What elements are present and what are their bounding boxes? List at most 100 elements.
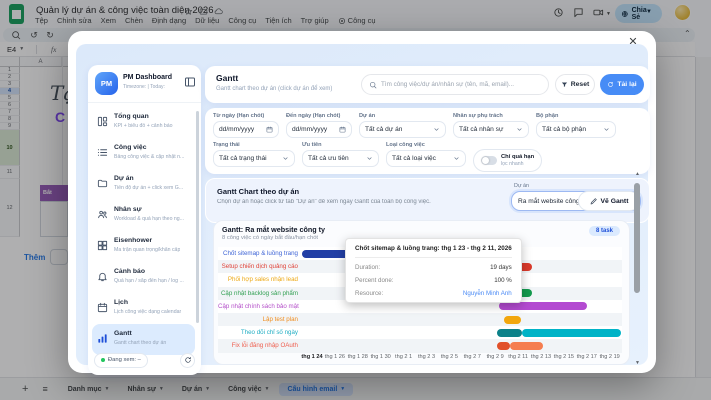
- view-subtitle: Gantt chart theo dự án (click dự án để x…: [216, 86, 332, 92]
- sidebar-item-desc: KPI + biểu đồ + cảnh báo: [114, 123, 173, 129]
- filter-assignee-select[interactable]: Tất cả nhân sự: [453, 121, 529, 138]
- gantt-section-title: Gantt Chart theo dự án: [217, 187, 299, 196]
- sidebar-item-label: Dự án: [114, 175, 134, 182]
- axis-tick: thg 2 15: [554, 354, 574, 360]
- reload-button[interactable]: Tải lại: [600, 74, 644, 95]
- axis-tick: thg 2 3: [418, 354, 435, 360]
- gantt-task-label[interactable]: Lập test plan: [218, 313, 298, 326]
- axis-tick: thg 1 28: [348, 354, 368, 360]
- axis-tick: thg 2 5: [441, 354, 458, 360]
- gantt-task-bars: [302, 326, 622, 339]
- sidebar-item-lịch[interactable]: LịchLịch công việc dạng calendar: [92, 293, 195, 324]
- filter-label: Trạng thái: [213, 142, 295, 148]
- chevron-down-icon: [282, 155, 289, 162]
- sidebar-item-label: Lịch: [114, 299, 128, 306]
- reset-label: Reset: [571, 81, 590, 88]
- toggle-track: [481, 156, 497, 165]
- gantt-task-label[interactable]: Cập nhật backlog sản phẩm: [218, 287, 298, 300]
- gantt-bar-segment[interactable]: [522, 329, 621, 337]
- sidebar-item-desc: Quá hạn / sắp đến hạn / log ...: [114, 278, 184, 284]
- watching-status-label: Đang xem: –: [108, 357, 141, 363]
- filter-project-select[interactable]: Tất cả dự án: [359, 121, 446, 138]
- filter-task-type: Loại công việcTất cả loại việc: [386, 142, 466, 172]
- filter-label: Nhân sự phụ trách: [453, 113, 529, 119]
- gantt-task-label[interactable]: Theo dõi chỉ số ngày: [218, 326, 298, 339]
- sidebar-item-label: Nhân sự: [114, 206, 142, 213]
- gantt-section: Gantt Chart theo dự án Chọn dự án hoặc c…: [205, 178, 650, 223]
- gantt-icon: [97, 333, 108, 344]
- view-header: Gantt Gantt chart theo dự án (click dự á…: [205, 66, 650, 103]
- gantt-bar-segment[interactable]: [510, 342, 543, 350]
- filter-value: Tất cả bộ phận: [542, 126, 586, 133]
- filter-status: Trạng thái Tất cả trạng thái: [213, 142, 295, 172]
- sidebar-scrollbar[interactable]: [196, 111, 199, 323]
- filter-assignee: Nhân sự phụ trách Tất cả nhân sự: [453, 113, 529, 138]
- sidebar-item-label: Công việc: [114, 144, 146, 151]
- filter-department: Bộ phậnTất cả bộ phận: [536, 113, 616, 138]
- reset-button[interactable]: Reset: [555, 74, 595, 95]
- sidebar-item-eisenhower[interactable]: EisenhowerMa trận quan trọng/khẩn cấp: [92, 231, 195, 262]
- gantt-task-row: Fix lỗi đăng nhập OAuth: [218, 339, 622, 352]
- gantt-bar-segment[interactable]: [499, 302, 587, 310]
- sidebar-item-label: Gantt: [114, 330, 132, 337]
- gantt-task-label[interactable]: Setup chiến dịch quảng cáo: [218, 260, 298, 273]
- filter-task-type-select[interactable]: Tất cả loại việc: [386, 150, 466, 167]
- gantt-tooltip: Chốt sitemap & luồng trang: thg 1 23 - t…: [345, 238, 522, 303]
- sidebar-item-nhân-sự[interactable]: Nhân sự Workload & quá hạn theo ng...: [92, 200, 195, 231]
- filter-priority-select[interactable]: Tất cả ưu tiên: [302, 150, 379, 167]
- axis-tick: thg 1 30: [371, 354, 391, 360]
- tasks-icon: [97, 147, 108, 158]
- search-input[interactable]: Tìm công việc/dự án/nhân sự (tên, mã, em…: [361, 74, 549, 95]
- calendar-icon: [266, 126, 273, 133]
- gantt-task-label[interactable]: Cập nhật chính sách bảo mật: [218, 300, 298, 313]
- gantt-bar-segment[interactable]: [497, 342, 510, 350]
- sidebar-item-dự-án[interactable]: Dự án Tiến độ dự án + click xem G...: [92, 169, 195, 200]
- filter-priority: Ưu tiênTất cả ưu tiên: [302, 142, 379, 172]
- sidebar-item-desc: Workload & quá hạn theo ng...: [114, 216, 184, 222]
- toggle-knob: [482, 157, 489, 164]
- filter-from-date: Từ ngày (Hạn chót)dd/mm/yyyy: [213, 113, 279, 138]
- sidebar-item-cảnh-báo[interactable]: Cảnh báoQuá hạn / sắp đến hạn / log ...: [92, 262, 195, 293]
- draw-gantt-button[interactable]: Vẽ Gantt: [578, 191, 640, 211]
- filter-status-select[interactable]: Tất cả trạng thái: [213, 150, 295, 167]
- sidebar-item-desc: Gantt chart theo dự án: [114, 340, 166, 346]
- filter-value: Tất cả loại việc: [392, 155, 436, 162]
- filter-from-date-input[interactable]: dd/mm/yyyy: [213, 121, 279, 138]
- refresh-icon: [607, 81, 614, 88]
- filter-value: Tất cả ưu tiên: [308, 155, 349, 162]
- overdue-only-toggle[interactable]: Chỉ quá hạnlọc nhanh: [473, 149, 542, 172]
- overview-icon: [97, 116, 108, 127]
- tooltip-row-value[interactable]: Nguyễn Minh Anh: [463, 290, 512, 297]
- sidebar-item-desc: Bảng công việc & cập nhật n...: [114, 154, 184, 160]
- gantt-bar-segment[interactable]: [504, 316, 522, 324]
- tooltip-row-label: Duration:: [355, 264, 380, 271]
- filter-value: dd/mm/yyyy: [219, 126, 254, 133]
- axis-tick: thg 2 9: [487, 354, 504, 360]
- sidebar-item-label: Eisenhower: [114, 237, 152, 244]
- gantt-bar-segment[interactable]: [497, 329, 522, 337]
- sidebar-collapse-icon[interactable]: [184, 76, 196, 88]
- filter-value: Tất cả nhân sự: [459, 126, 503, 133]
- funnel-icon: [561, 81, 568, 88]
- filter-to-date-input[interactable]: dd/mm/yyyy: [286, 121, 352, 138]
- gantt-task-bars: [302, 313, 622, 326]
- scroll-down-icon[interactable]: ▼: [634, 360, 641, 366]
- sidebar-menu: Tổng quanKPI + biểu đồ + cảnh báoCông vi…: [92, 107, 195, 355]
- brand-title: PM Dashboard: [123, 74, 172, 81]
- scroll-up-icon[interactable]: ▲: [634, 171, 641, 177]
- brand-header: PM PM Dashboard Timezone: | Today:: [88, 65, 201, 103]
- filter-department-select[interactable]: Tất cả bộ phận: [536, 121, 616, 138]
- filter-project: Dự ánTất cả dự án: [359, 113, 446, 138]
- chevron-down-icon: [453, 155, 460, 162]
- gantt-task-label[interactable]: Fix lỗi đăng nhập OAuth: [218, 339, 298, 352]
- content-scrollbar[interactable]: [634, 183, 640, 293]
- gantt-task-label[interactable]: Chốt sitemap & luồng trang: [218, 247, 298, 260]
- axis-tick: thg 2 11: [508, 354, 528, 360]
- filter-to-date: Đến ngày (Hạn chót)dd/mm/yyyy: [286, 113, 352, 138]
- gantt-task-label[interactable]: Phối hợp sales nhận lead: [218, 273, 298, 286]
- sidebar-item-tổng-quan[interactable]: Tổng quanKPI + biểu đồ + cảnh báo: [92, 107, 195, 138]
- refresh-icon: [184, 356, 192, 364]
- sidebar-item-desc: Tiến độ dự án + click xem G...: [114, 185, 183, 191]
- sidebar-refresh-button[interactable]: [180, 353, 195, 368]
- sidebar-item-công-việc[interactable]: Công việc Bảng công việc & cập nhật n...: [92, 138, 195, 169]
